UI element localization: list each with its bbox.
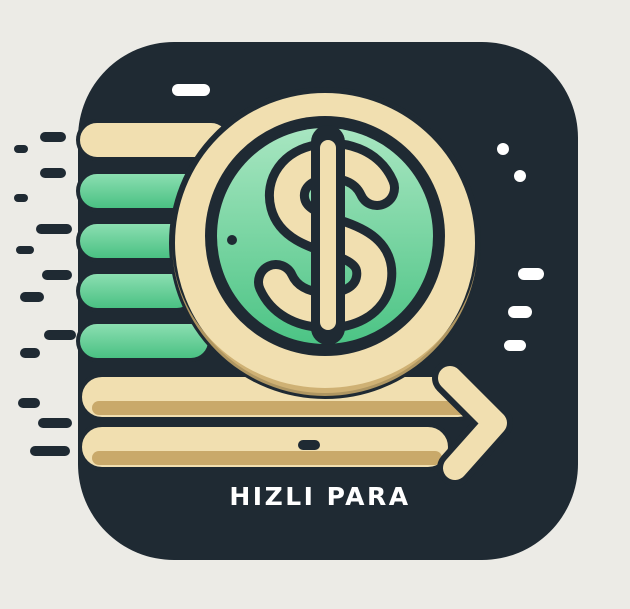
dollar-sign [254, 125, 399, 345]
motion-dashes [14, 132, 76, 456]
app-icon [14, 42, 578, 560]
speed-line [172, 84, 210, 96]
app-name-label: HIZLI PARA [229, 482, 411, 511]
app-icon-canvas: HIZLI PARA [0, 0, 630, 609]
speed-stripe [76, 320, 212, 362]
dollar-coin-icon [169, 87, 481, 399]
